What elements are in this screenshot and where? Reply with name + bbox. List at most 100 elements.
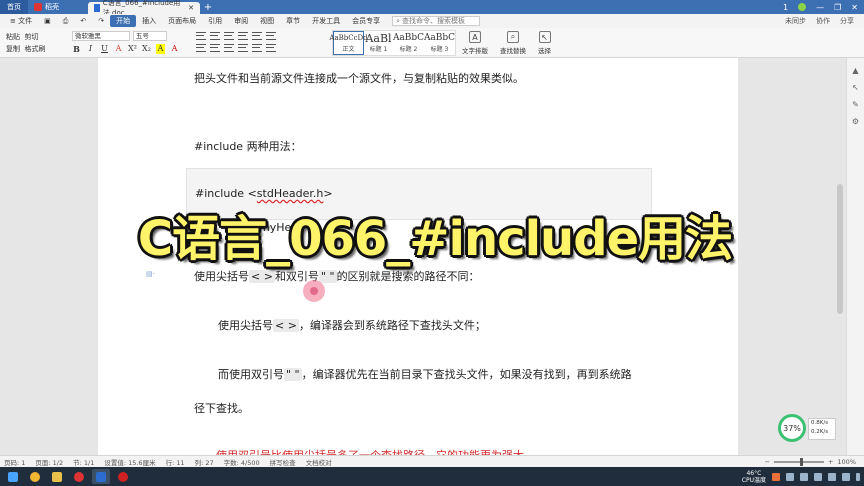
zoom-slider[interactable] (773, 457, 824, 466)
copy-button[interactable]: 复制 (6, 45, 20, 53)
align-left-icon[interactable] (196, 44, 206, 52)
performance-gauge[interactable]: 37% (778, 414, 806, 442)
bold-button[interactable]: B (72, 44, 81, 54)
tab-home[interactable]: 首页 (0, 0, 28, 14)
select-label: 选择 (538, 47, 551, 55)
style-gallery: AaBbCcDd 正文 AaBl 标题 1 AaBbC 标题 2 AaBbC 标… (329, 30, 456, 56)
highlight-button[interactable]: A (156, 44, 165, 54)
line-spacing-icon[interactable] (266, 44, 276, 52)
vertical-scrollbar[interactable] (836, 118, 844, 455)
sort-icon[interactable] (252, 32, 262, 40)
style-normal[interactable]: AaBbCcDd 正文 (329, 31, 368, 55)
zoom-out-icon[interactable]: − (765, 458, 770, 466)
style-heading-3[interactable]: AaBbC 标题 3 (424, 31, 455, 55)
tab-wps[interactable]: 稻壳 (28, 0, 88, 14)
share-button[interactable]: 分享 (840, 16, 854, 26)
account-icon[interactable] (798, 3, 807, 11)
menu-save-icon[interactable]: ▣ (38, 15, 57, 27)
quote-part-a: 而使用双引号 (218, 368, 284, 381)
subscript-button[interactable]: X₂ (142, 44, 151, 54)
cpu-temp-label: CPU温度 (741, 476, 766, 484)
tab-document[interactable]: C语言_066_#include用法.doc ✕ (88, 0, 200, 17)
menu-developer[interactable]: 开发工具 (306, 15, 346, 27)
font-size-select[interactable]: 五号 (132, 31, 167, 41)
menu-undo-icon[interactable]: ↶ (74, 15, 92, 27)
tray-keyboard-icon[interactable] (828, 472, 836, 481)
start-button[interactable] (4, 469, 22, 484)
text-layout-button[interactable]: A 文字排版 (462, 31, 488, 55)
menu-home[interactable]: 开始 (110, 15, 137, 27)
menu-member[interactable]: 会员专享 (346, 15, 386, 27)
menu-print-icon[interactable]: ⎙ (57, 15, 75, 27)
show-marks-icon[interactable] (266, 32, 276, 40)
underline-button[interactable]: U (100, 44, 109, 54)
menu-file[interactable]: ≡ 文件 (4, 15, 38, 27)
font-name-select[interactable]: 微软雅黑 (72, 31, 130, 41)
rail-edit-icon[interactable]: ✎ (847, 100, 864, 109)
style-heading-1[interactable]: AaBl 标题 1 (364, 31, 393, 55)
taskbar-explorer[interactable] (48, 469, 66, 484)
cut-button[interactable]: 剪切 (24, 33, 38, 41)
menu-review[interactable]: 审阅 (228, 15, 254, 27)
tray-volume-icon[interactable] (814, 472, 822, 481)
text-color-button[interactable]: A (170, 44, 179, 54)
collaborate-button[interactable]: 协作 (816, 16, 830, 26)
minimize-icon[interactable]: — (816, 3, 824, 12)
format-painter-button[interactable]: 格式刷 (24, 45, 45, 53)
align-center-icon[interactable] (210, 44, 220, 52)
taskbar-media[interactable] (70, 469, 88, 484)
maximize-icon[interactable]: ❐ (834, 3, 841, 12)
sync-status[interactable]: 未同步 (785, 16, 806, 26)
command-search-input[interactable]: ⌕ 查找命令、搜索模板 (392, 16, 481, 26)
status-word-count[interactable]: 字数: 4/500 (224, 457, 260, 467)
taskbar-wps-writer[interactable] (92, 469, 110, 484)
show-desktop-button[interactable] (856, 472, 860, 481)
menu-view[interactable]: 视图 (254, 15, 280, 27)
justify-icon[interactable] (238, 44, 248, 52)
close-window-icon[interactable]: ✕ (851, 3, 858, 12)
rail-settings-icon[interactable]: ⚙ (847, 117, 864, 126)
doc-line-angle: 使用尖括号 < > ，编译器会到系统路径下查找头文件； (218, 317, 486, 333)
find-replace-label: 查找替换 (500, 47, 526, 55)
superscript-button[interactable]: X² (128, 44, 137, 54)
status-proofread[interactable]: 文档校对 (306, 457, 332, 467)
sogou-ime-icon[interactable] (772, 472, 780, 481)
zoom-level[interactable]: 100% (837, 458, 856, 466)
taskbar-recorder[interactable] (114, 469, 132, 484)
status-pages: 页面: 1/2 (35, 458, 64, 467)
bullet-list-icon[interactable] (196, 32, 206, 40)
menu-page-layout[interactable]: 页面布局 (162, 15, 202, 27)
font-color-button[interactable]: A (114, 44, 123, 54)
italic-button[interactable]: I (86, 44, 95, 54)
rail-scroll-up-icon[interactable]: ▲ (847, 66, 864, 75)
menu-references[interactable]: 引用 (202, 15, 228, 27)
menu-section[interactable]: 章节 (280, 15, 306, 27)
find-replace-button[interactable]: ⌕ 查找替换 (500, 31, 526, 55)
new-tab-button[interactable]: + (200, 0, 216, 14)
search-icon: ⌕ (396, 16, 400, 25)
status-spell-check[interactable]: 拼写检查 (270, 457, 296, 467)
numbered-list-icon[interactable] (210, 32, 220, 40)
tray-network-icon[interactable] (800, 472, 808, 481)
format-buttons: B I U A X² X₂ A A (72, 44, 179, 54)
taskbar-browser[interactable] (26, 469, 44, 484)
tray-notification-icon[interactable] (842, 472, 850, 481)
decrease-indent-icon[interactable] (224, 32, 234, 40)
status-column: 列: 27 (194, 458, 214, 467)
rail-select-icon[interactable]: ↖ (847, 83, 864, 92)
scrollbar-thumb[interactable] (837, 184, 843, 314)
close-tab-icon[interactable]: ✕ (188, 4, 194, 12)
menu-redo-icon[interactable]: ↷ (92, 15, 110, 27)
align-right-icon[interactable] (224, 44, 234, 52)
increase-indent-icon[interactable] (238, 32, 248, 40)
paste-button[interactable]: 粘贴 (6, 33, 20, 41)
windows-start-icon (8, 471, 18, 482)
select-button[interactable]: ↖ 选择 (538, 31, 551, 55)
tray-input-icon[interactable] (786, 472, 794, 481)
distributed-icon[interactable] (252, 44, 262, 52)
window-controls: 1 — ❐ ✕ (783, 0, 864, 14)
zoom-in-icon[interactable]: + (828, 458, 833, 466)
style-heading-2[interactable]: AaBbC 标题 2 (393, 31, 424, 55)
menu-file-label: 文件 (18, 17, 33, 25)
menu-insert[interactable]: 插入 (136, 15, 162, 27)
